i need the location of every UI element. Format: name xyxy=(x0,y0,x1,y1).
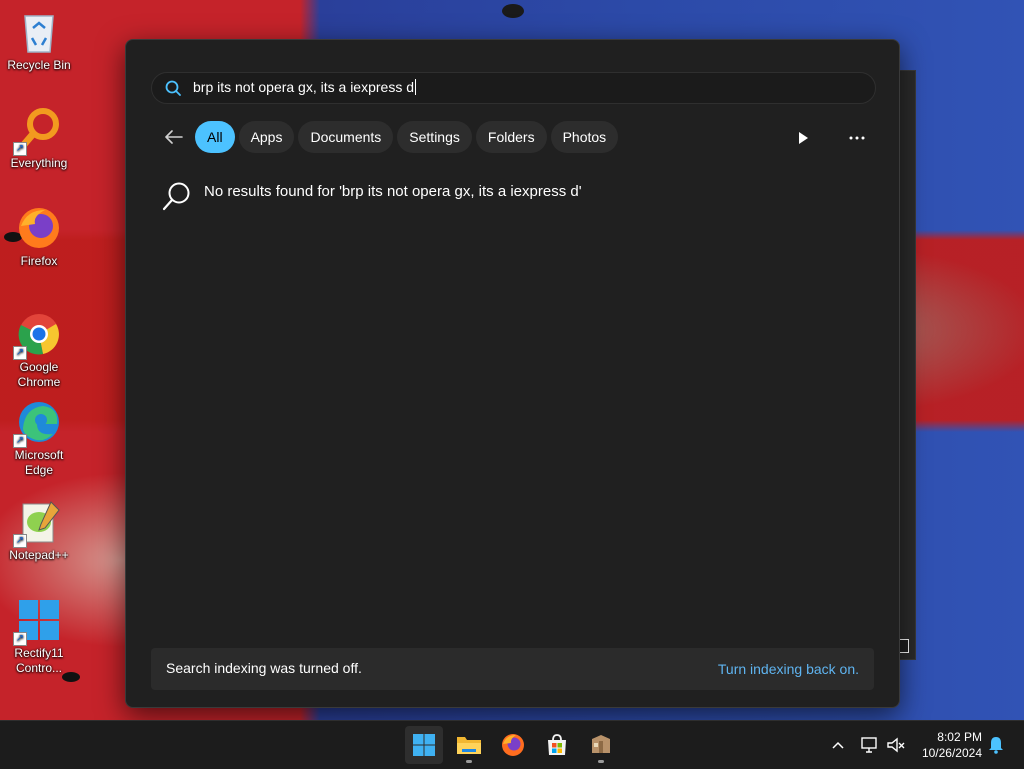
notifications-button[interactable] xyxy=(984,733,1008,757)
shortcut-arrow-icon: ↗ xyxy=(13,346,27,360)
text-caret xyxy=(415,79,416,95)
taskbar-file-explorer[interactable] xyxy=(450,726,488,764)
ellipsis-icon xyxy=(849,136,865,140)
search-input[interactable]: brp its not opera gx, its a iexpress d xyxy=(151,72,876,104)
search-panel: brp its not opera gx, its a iexpress d A… xyxy=(125,39,900,708)
search-large-icon xyxy=(162,180,192,217)
desktop-icon-label: Firefox xyxy=(20,254,58,268)
desktop-icon-label: Rectify11 Contro... xyxy=(14,646,64,675)
desktop-icon-label: Notepad++ xyxy=(9,548,69,562)
file-explorer-icon xyxy=(457,737,481,754)
search-query-text: brp its not opera gx, its a iexpress d xyxy=(193,79,416,95)
volume-muted-icon xyxy=(887,737,905,753)
notepadpp-icon: ↗ xyxy=(13,498,63,548)
shortcut-arrow-icon: ↗ xyxy=(13,142,27,156)
filter-all[interactable]: All xyxy=(195,121,235,153)
desktop-icon-notepadpp[interactable]: ↗ Notepad++ xyxy=(1,498,77,563)
shortcut-arrow-icon: ↗ xyxy=(13,434,27,448)
filter-settings[interactable]: Settings xyxy=(397,121,472,153)
taskbar-microsoft-store[interactable] xyxy=(538,726,576,764)
indexing-banner: Search indexing was turned off. Turn ind… xyxy=(151,648,874,690)
desktop-icon-everything[interactable]: ↗ Everything xyxy=(1,106,77,171)
taskbar-package-app[interactable] xyxy=(582,726,620,764)
rectify11-icon: ↗ xyxy=(13,596,63,646)
everything-search-icon: ↗ xyxy=(13,106,63,156)
clock-time: 8:02 PM xyxy=(937,730,982,744)
desktop-icon-label: Microsoft Edge xyxy=(14,448,64,477)
desktop-icon-chrome[interactable]: ↗ Google Chrome xyxy=(1,310,77,390)
turn-indexing-on-link[interactable]: Turn indexing back on. xyxy=(718,661,859,677)
desktop-icon-label: Everything xyxy=(10,156,68,170)
filter-photos[interactable]: Photos xyxy=(550,121,619,153)
desktop-icon-edge[interactable]: ↗ Microsoft Edge xyxy=(1,398,77,478)
more-options-button[interactable] xyxy=(845,126,869,150)
back-button[interactable] xyxy=(162,125,186,149)
network-button[interactable] xyxy=(858,733,882,757)
more-filters-button[interactable] xyxy=(791,126,815,150)
desktop-icon-rectify11[interactable]: ↗ Rectify11 Contro... xyxy=(1,596,77,676)
chevron-up-icon xyxy=(832,741,844,749)
search-icon xyxy=(164,79,182,102)
desktop-icon-recycle-bin[interactable]: Recycle Bin xyxy=(1,8,77,73)
volume-button[interactable] xyxy=(884,733,908,757)
show-hidden-icons-button[interactable] xyxy=(826,733,850,757)
edge-icon: ↗ xyxy=(13,398,63,448)
clock[interactable]: 8:02 PM 10/26/2024 xyxy=(916,729,982,761)
desktop-icon-label: Recycle Bin xyxy=(7,58,71,72)
network-icon xyxy=(861,737,877,753)
filter-apps[interactable]: Apps xyxy=(238,121,295,153)
start-icon xyxy=(413,734,435,756)
bell-icon xyxy=(989,737,1003,754)
back-arrow-icon xyxy=(165,130,183,144)
desktop-icon-firefox[interactable]: Firefox xyxy=(1,204,77,269)
firefox-icon xyxy=(15,204,63,252)
start-button[interactable] xyxy=(405,726,443,764)
filter-documents[interactable]: Documents xyxy=(298,121,394,153)
taskbar: 8:02 PM 10/26/2024 xyxy=(0,720,1024,769)
recycle-bin-icon xyxy=(15,8,63,56)
no-results-message: No results found for 'brp its not opera … xyxy=(204,183,582,200)
clock-date: 10/26/2024 xyxy=(921,746,982,760)
package-icon xyxy=(592,735,610,753)
firefox-icon xyxy=(502,734,524,756)
play-icon xyxy=(799,132,808,144)
desktop-icon-label: Google Chrome xyxy=(17,360,61,389)
shortcut-arrow-icon: ↗ xyxy=(13,534,27,548)
indexing-message: Search indexing was turned off. xyxy=(166,660,362,676)
shortcut-arrow-icon: ↗ xyxy=(13,632,27,646)
filter-folders[interactable]: Folders xyxy=(475,121,547,153)
chrome-icon: ↗ xyxy=(13,310,63,360)
taskbar-firefox[interactable] xyxy=(494,726,532,764)
running-indicator xyxy=(598,760,604,763)
microsoft-store-icon xyxy=(548,734,566,755)
bug-decoration xyxy=(502,4,524,18)
running-indicator xyxy=(466,760,472,763)
search-filters: All Apps Documents Settings Folders Phot… xyxy=(162,121,622,153)
